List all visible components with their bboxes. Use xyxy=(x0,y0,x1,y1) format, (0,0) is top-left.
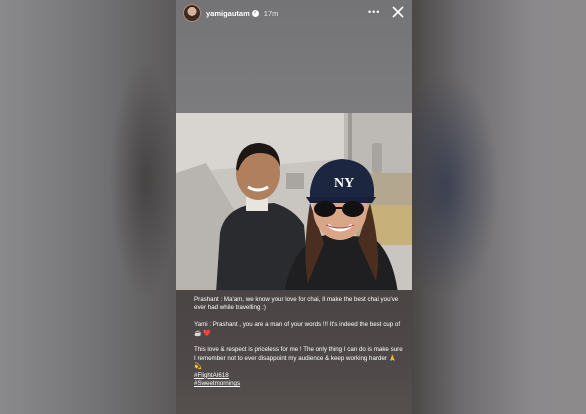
story-viewer[interactable]: yamigautam ✓ 17m ••• NY Prashant: Ma'am… xyxy=(176,0,412,414)
caption-paragraph-2: Yami : Prashant , you are a man of your … xyxy=(194,321,401,337)
background-blur-right xyxy=(410,0,586,414)
more-options-icon[interactable]: ••• xyxy=(368,7,380,17)
caption-paragraph-3: This love & respect is priceless for me … xyxy=(194,346,403,371)
verified-badge-icon: ✓ xyxy=(251,9,259,17)
cap-logo-text: NY xyxy=(334,176,354,191)
story-caption: Prashant : Ma'am, we know your love for … xyxy=(194,296,404,388)
post-time: 17m xyxy=(263,8,279,18)
hashtag-link[interactable]: #FlightAI618 xyxy=(194,372,404,380)
hashtag-link[interactable]: #Sweetmornings xyxy=(194,380,404,388)
avatar[interactable] xyxy=(183,4,201,22)
background-blur-left xyxy=(0,0,180,414)
story-photo: NY xyxy=(176,113,412,293)
close-icon[interactable] xyxy=(391,5,405,19)
username[interactable]: yamigautam xyxy=(206,9,250,18)
caption-paragraph-1: Prashant : Ma'am, we know your love for … xyxy=(194,296,399,312)
